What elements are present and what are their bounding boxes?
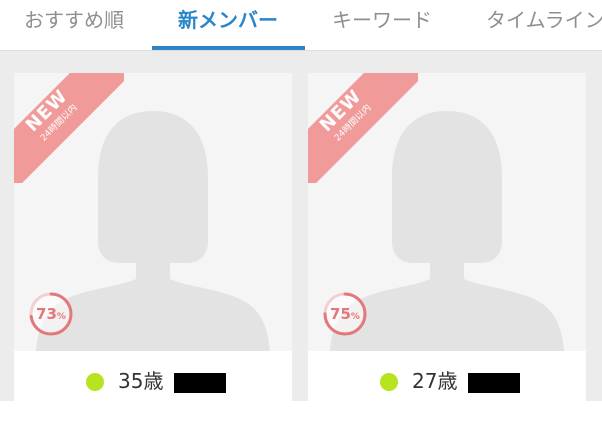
new-badge: NEW 24時間以内 <box>14 73 124 183</box>
online-status-icon <box>86 373 104 391</box>
member-info: 35歳 <box>14 351 292 408</box>
tab-recommended[interactable]: おすすめ順 <box>24 0 124 46</box>
tab-keyword[interactable]: キーワード <box>332 0 432 46</box>
redacted-name <box>174 373 226 393</box>
match-rate-label: 75% <box>330 305 360 323</box>
member-info: 27歳 <box>308 351 586 408</box>
member-age: 35歳 <box>118 369 164 393</box>
member-grid: NEW 24時間以内 73% 35歳 NEW 24時間以内 75% 27歳 <box>0 51 602 408</box>
member-card[interactable]: NEW 24時間以内 73% 35歳 <box>14 73 292 408</box>
online-status-icon <box>380 373 398 391</box>
tab-bar: おすすめ順 新メンバー キーワード タイムライン <box>0 0 602 50</box>
redacted-name <box>468 373 520 393</box>
page-footer-area <box>0 401 602 439</box>
member-card[interactable]: NEW 24時間以内 75% 27歳 <box>308 73 586 408</box>
profile-photo-placeholder[interactable]: NEW 24時間以内 73% <box>14 73 292 351</box>
new-badge: NEW 24時間以内 <box>308 73 418 183</box>
profile-photo-placeholder[interactable]: NEW 24時間以内 75% <box>308 73 586 351</box>
tab-new-members[interactable]: 新メンバー <box>178 0 278 46</box>
match-rate-gauge: 75% <box>322 291 368 337</box>
member-age: 27歳 <box>412 369 458 393</box>
tab-timeline[interactable]: タイムライン <box>486 0 602 46</box>
match-rate-gauge: 73% <box>28 291 74 337</box>
match-rate-label: 73% <box>36 305 66 323</box>
